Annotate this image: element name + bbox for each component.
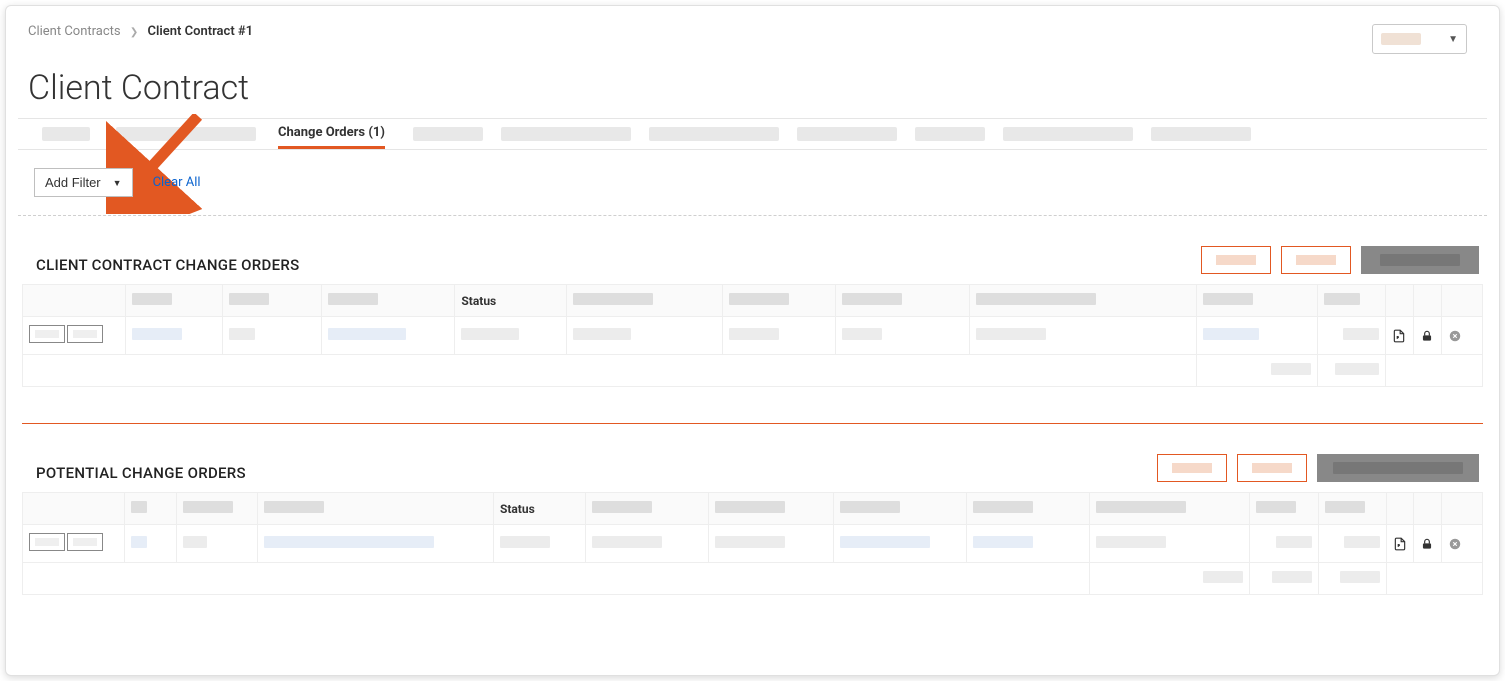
- filter-bar: Add Filter ▼ Clear All: [18, 168, 1487, 197]
- row-action-button[interactable]: [67, 533, 103, 551]
- page-action-dropdown[interactable]: ▼: [1372, 24, 1467, 54]
- tab-placeholder[interactable]: [915, 127, 985, 141]
- section-actions: [1157, 454, 1479, 482]
- caret-down-icon: ▼: [113, 178, 122, 188]
- column-status[interactable]: Status: [461, 294, 496, 308]
- primary-button[interactable]: [1361, 246, 1479, 274]
- pdf-file-icon[interactable]: [1386, 317, 1414, 355]
- section-title: CLIENT CONTRACT CHANGE ORDERS: [22, 256, 300, 274]
- row-action-button[interactable]: [29, 325, 65, 343]
- section-client-change-orders: CLIENT CONTRACT CHANGE ORDERS Status: [18, 246, 1487, 387]
- tab-placeholder[interactable]: [1003, 127, 1133, 141]
- clear-all-link[interactable]: Clear All: [153, 175, 201, 190]
- add-filter-label: Add Filter: [45, 175, 101, 190]
- section-potential-change-orders: POTENTIAL CHANGE ORDERS Status: [18, 454, 1487, 595]
- placeholder: [1381, 33, 1421, 45]
- potential-change-orders-table: Status: [22, 492, 1483, 595]
- tab-placeholder[interactable]: [1151, 127, 1251, 141]
- outline-button[interactable]: [1237, 454, 1307, 482]
- table-header-row: Status: [23, 493, 1483, 525]
- row-action-button[interactable]: [29, 533, 65, 551]
- tab-placeholder[interactable]: [42, 127, 90, 141]
- breadcrumb-root[interactable]: Client Contracts: [28, 24, 121, 39]
- tab-placeholder[interactable]: [116, 127, 256, 141]
- lock-icon[interactable]: [1414, 525, 1442, 563]
- cancel-circle-icon[interactable]: [1441, 525, 1482, 563]
- tab-placeholder[interactable]: [413, 127, 483, 141]
- section-title: POTENTIAL CHANGE ORDERS: [22, 464, 246, 482]
- outline-button[interactable]: [1157, 454, 1227, 482]
- tab-change-orders[interactable]: Change Orders (1): [278, 119, 385, 149]
- table-row: [23, 317, 1483, 355]
- tab-placeholder[interactable]: [797, 127, 897, 141]
- breadcrumb-current: Client Contract #1: [148, 24, 254, 39]
- add-filter-button[interactable]: Add Filter ▼: [34, 168, 133, 197]
- cancel-circle-icon[interactable]: [1441, 317, 1482, 355]
- table-footer-row: [23, 563, 1483, 595]
- caret-down-icon: ▼: [1448, 34, 1458, 45]
- page-title: Client Contract: [18, 68, 1487, 108]
- lock-icon[interactable]: [1413, 317, 1441, 355]
- dashed-divider: [18, 215, 1487, 216]
- client-change-orders-table: Status: [22, 284, 1483, 387]
- table-row: [23, 525, 1483, 563]
- tab-placeholder[interactable]: [649, 127, 779, 141]
- row-action-button[interactable]: [67, 325, 103, 343]
- table-header-row: Status: [23, 285, 1483, 317]
- outline-button[interactable]: [1201, 246, 1271, 274]
- section-divider: [22, 423, 1483, 424]
- section-actions: [1201, 246, 1479, 274]
- column-status[interactable]: Status: [500, 502, 535, 516]
- table-footer-row: [23, 355, 1483, 387]
- outline-button[interactable]: [1281, 246, 1351, 274]
- tab-placeholder[interactable]: [501, 127, 631, 141]
- app-window: Client Contracts ❯ Client Contract #1 ▼ …: [5, 5, 1500, 676]
- breadcrumb: Client Contracts ❯ Client Contract #1: [18, 24, 253, 39]
- pdf-file-icon[interactable]: [1386, 525, 1414, 563]
- primary-button[interactable]: [1317, 454, 1479, 482]
- chevron-right-icon: ❯: [130, 27, 138, 38]
- tabs-bar: Change Orders (1): [18, 118, 1487, 150]
